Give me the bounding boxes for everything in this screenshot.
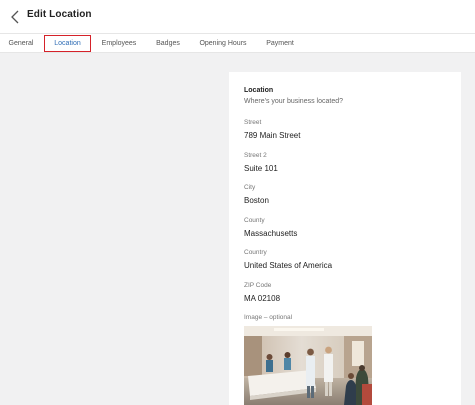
tab-location[interactable]: Location [44,35,91,52]
section-title: Location [244,87,274,94]
city-label: City [244,184,256,191]
tab-employees[interactable]: Employees [101,34,137,53]
location-image[interactable] [244,326,372,405]
tab-bar: General Location Employees Badges Openin… [0,34,475,53]
street2-field[interactable]: Suite 101 [244,164,278,173]
back-arrow-icon[interactable] [7,8,23,26]
page-title: Edit Location [27,9,92,20]
tab-opening-hours[interactable]: Opening Hours [199,34,247,53]
country-label: Country [244,249,267,256]
county-field[interactable]: Massachusetts [244,229,297,238]
street-field[interactable]: 789 Main Street [244,131,300,140]
image-label: Image – optional [244,314,293,321]
tab-general[interactable]: General [8,34,34,53]
section-subtitle: Where's your business located? [244,98,343,105]
header-bar: Edit Location [0,0,475,34]
location-form-card: Location Where's your business located? … [229,72,461,405]
street2-label: Street 2 [244,152,267,159]
country-field[interactable]: United States of America [244,261,332,270]
tab-badges[interactable]: Badges [155,34,181,53]
zip-code-label: ZIP Code [244,282,272,289]
zip-code-field[interactable]: MA 02108 [244,294,280,303]
county-label: County [244,217,265,224]
street-label: Street [244,119,262,126]
tab-payment[interactable]: Payment [265,34,295,53]
city-field[interactable]: Boston [244,196,269,205]
